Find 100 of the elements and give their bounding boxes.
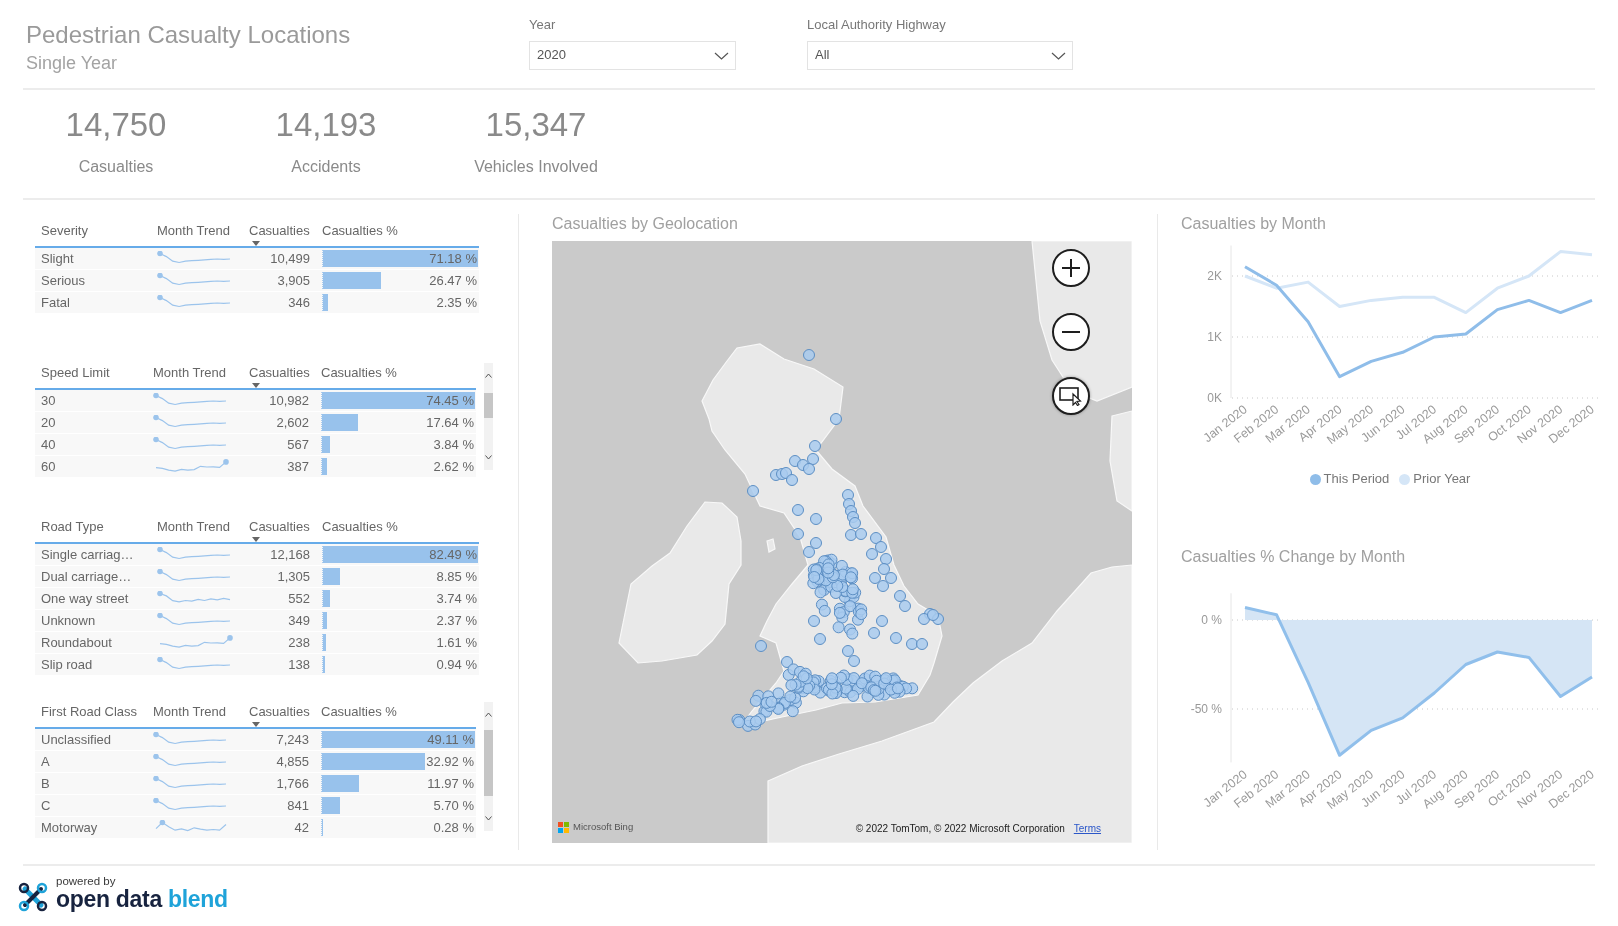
table-row[interactable]: A 4,855 32.92 % [35, 751, 476, 773]
percent-value: 1.61 % [436, 634, 478, 651]
casualty-count: 1,766 [276, 774, 309, 793]
filter-label: Local Authority Highway [807, 16, 946, 33]
category-label: Motorway [41, 818, 98, 837]
axis-label: 0 % [1201, 613, 1222, 627]
chart-title: Casualties by Month [1181, 215, 1326, 233]
category-label: Serious [41, 271, 86, 290]
table-row[interactable]: Single carriag… 12,168 82.49 % [35, 544, 479, 566]
percent-value: 0.94 % [436, 656, 478, 673]
casualty-count: 841 [287, 796, 309, 815]
column-header[interactable]: Casualties [249, 704, 310, 727]
table-row[interactable]: Fatal 346 2.35 % [35, 292, 479, 314]
column-header[interactable]: Month Trend [153, 365, 226, 381]
scrollbar-thumb[interactable] [484, 730, 493, 796]
category-label: C [41, 796, 51, 815]
column-header[interactable]: Casualties % [322, 223, 398, 239]
category-label: Unclassified [41, 730, 112, 749]
axis-label: 0K [1207, 391, 1222, 405]
scrollbar-thumb[interactable] [484, 393, 493, 418]
selection-cursor-icon [1059, 386, 1083, 406]
column-header[interactable]: Casualties % [322, 519, 398, 535]
percent-value: 8.85 % [436, 568, 478, 585]
copyright-text: © 2022 TomTom, © 2022 Microsoft Corporation [855, 823, 1065, 835]
table-row[interactable]: Slip road 138 0.94 % [35, 654, 479, 676]
scroll-up-icon[interactable] [485, 373, 492, 378]
table-row[interactable]: Slight 10,499 71.18 % [35, 248, 479, 270]
page-title: Pedestrian Casualty Locations [26, 20, 351, 50]
terms-link[interactable]: Terms [1073, 823, 1101, 835]
column-header[interactable]: Casualties % [321, 704, 397, 720]
column-header[interactable]: Month Trend [157, 223, 230, 239]
logo-icon [558, 821, 569, 833]
table-row[interactable]: B 1,766 11.97 % [35, 773, 476, 795]
brand-wordmark: open data blend [56, 887, 228, 911]
scroll-down-icon[interactable] [485, 455, 492, 460]
sort-descending-icon[interactable] [252, 241, 260, 246]
scroll-up-icon[interactable] [485, 712, 492, 717]
percent-value: 32.92 % [426, 753, 475, 770]
filter-dropdown[interactable]: All [807, 41, 1073, 70]
filter-dropdown[interactable]: 2020 [529, 41, 736, 70]
sort-descending-icon[interactable] [252, 537, 260, 542]
table-row[interactable]: 20 2,602 17.64 % [35, 412, 476, 434]
scroll-down-icon[interactable] [485, 816, 492, 821]
table-row[interactable]: One way street 552 3.74 % [35, 588, 479, 610]
table-row[interactable]: Unclassified 7,243 49.11 % [35, 729, 476, 751]
legend-label: Prior Year [1413, 471, 1471, 487]
table-row[interactable]: 30 10,982 74.45 % [35, 390, 476, 412]
category-label: One way street [41, 589, 129, 608]
casualty-count: 387 [287, 457, 309, 476]
column-header[interactable]: Casualties [249, 365, 310, 388]
casualty-count: 349 [288, 611, 310, 630]
column-header[interactable]: Road Type [41, 519, 104, 535]
table-row[interactable]: Dual carriage… 1,305 8.85 % [35, 566, 479, 588]
column-header[interactable]: Casualties [249, 223, 310, 246]
column-header[interactable]: Month Trend [157, 519, 230, 535]
category-label: Single carriag… [41, 545, 134, 564]
filter-label: Year [529, 16, 556, 33]
column-header[interactable]: Casualties % [321, 365, 397, 381]
scrollbar[interactable] [484, 363, 493, 470]
sort-descending-icon[interactable] [252, 722, 260, 727]
sort-descending-icon[interactable] [252, 383, 260, 388]
category-label: 20 [41, 413, 56, 432]
casualty-count: 138 [288, 655, 310, 674]
percent-value: 3.84 % [433, 436, 475, 453]
column-header[interactable]: Casualties [249, 519, 310, 542]
map-title: Casualties by Geolocation [552, 215, 738, 233]
category-label: B [41, 774, 50, 793]
category-label: 40 [41, 435, 56, 454]
column-header[interactable]: Speed Limit [41, 365, 110, 381]
kpi-label: Vehicles Involved [474, 157, 598, 177]
kpi-label: Casualties [78, 157, 154, 177]
scrollbar[interactable] [484, 702, 493, 831]
page-subtitle: Single Year [26, 52, 118, 74]
table-row[interactable]: Motorway 42 0.28 % [35, 817, 476, 839]
logo-icon [18, 882, 48, 912]
percent-value: 49.11 % [427, 731, 475, 748]
table-row[interactable]: 60 387 2.62 % [35, 456, 476, 478]
table-row[interactable]: Unknown 349 2.37 % [35, 610, 479, 632]
axis-label: -50 % [1190, 702, 1222, 716]
percent-value: 74.45 % [426, 392, 475, 409]
percent-value: 2.37 % [436, 612, 478, 629]
percent-value: 11.97 % [427, 775, 475, 792]
table-row[interactable]: Serious 3,905 26.47 % [35, 270, 479, 292]
legend-label: This Period [1323, 471, 1390, 487]
column-header[interactable]: Severity [41, 223, 88, 239]
percent-value: 71.18 % [429, 250, 478, 267]
column-header[interactable]: Month Trend [153, 704, 226, 720]
chevron-down-icon [714, 51, 729, 60]
casualty-count: 7,243 [276, 730, 309, 749]
table-row[interactable]: 40 567 3.84 % [35, 434, 476, 456]
percent-value: 0.28 % [433, 819, 475, 836]
table-row[interactable]: Roundabout 238 1.61 % [35, 632, 479, 654]
category-label: Unknown [41, 611, 96, 630]
kpi-label: Accidents [291, 157, 361, 177]
kpi-value: 14,193 [275, 105, 377, 145]
percent-value: 2.35 % [436, 294, 478, 311]
column-header[interactable]: First Road Class [41, 704, 138, 720]
percent-value: 82.49 % [429, 546, 478, 563]
plus-icon [1060, 257, 1082, 279]
table-row[interactable]: C 841 5.70 % [35, 795, 476, 817]
